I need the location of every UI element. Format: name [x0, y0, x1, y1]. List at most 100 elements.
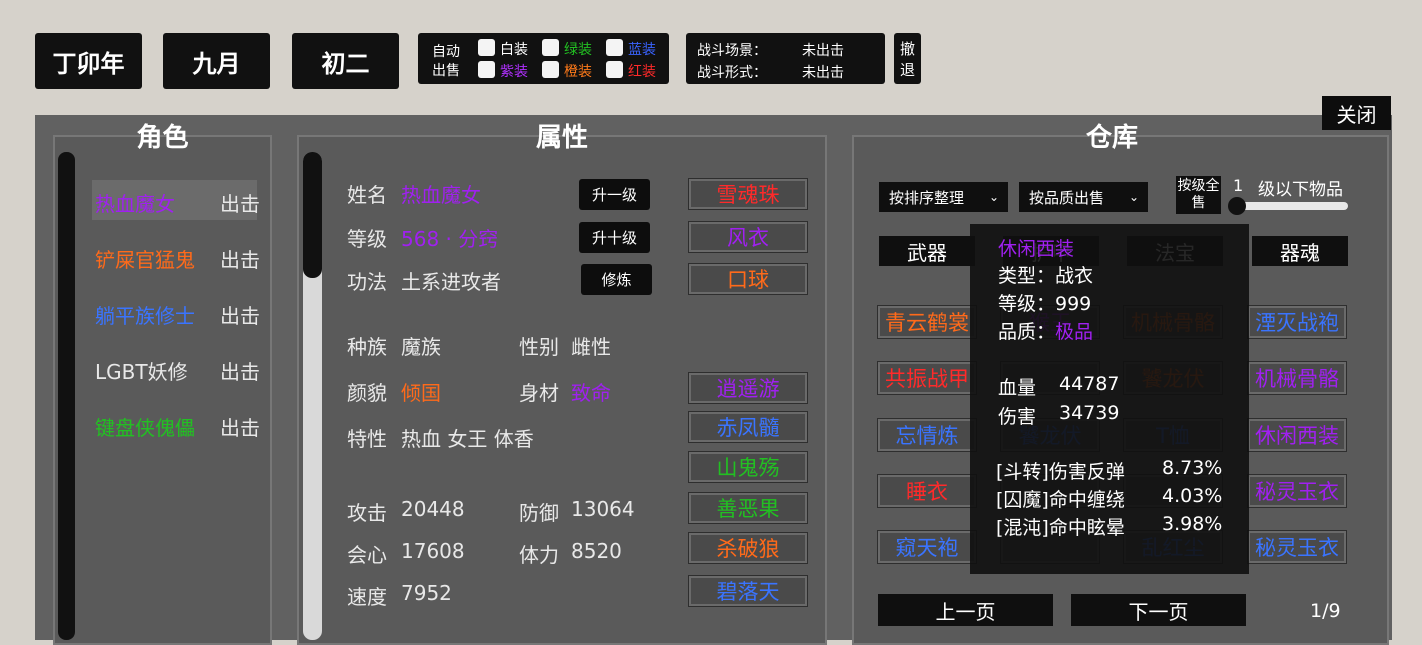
name-value: 热血魔女 — [401, 183, 481, 207]
year-display: 丁卯年 — [35, 33, 142, 89]
role-name[interactable]: 键盘侠傀儡 — [95, 412, 195, 441]
storage-item-slot[interactable]: 青云鹤裳 — [877, 305, 977, 339]
role-deploy-button[interactable]: 出击 — [220, 412, 260, 441]
retreat-label-2: 退 — [899, 61, 915, 79]
sort-dropdown[interactable]: 按排序整理 ⌄ — [879, 182, 1008, 212]
equipped-item-slot[interactable]: 碧落天 — [688, 575, 808, 607]
storage-tab[interactable]: 武器 — [879, 236, 975, 266]
tooltip-quality: 品质：极品 — [998, 317, 1093, 344]
tooltip-hp-value: 44787 — [1059, 373, 1120, 395]
day-display: 初二 — [292, 33, 399, 89]
attributes-scroll-thumb[interactable] — [303, 152, 322, 278]
chevron-down-icon: ⌄ — [1128, 190, 1139, 204]
body-value: 致命 — [571, 381, 611, 405]
storage-item-slot[interactable]: 忘情炼 — [877, 418, 977, 452]
tooltip-level: 等级：999 — [998, 293, 1092, 315]
battle-form-value: 未出击 — [802, 65, 844, 81]
storage-item-slot[interactable]: 共振战甲 — [877, 361, 977, 395]
tooltip-affix-value: 3.98% — [1162, 513, 1223, 535]
sell-option-checkbox[interactable] — [606, 39, 623, 56]
level-up-10-button[interactable]: 升十级 — [579, 222, 650, 253]
next-page-button[interactable]: 下一页 — [1071, 594, 1246, 626]
tooltip-affix-name: [混沌]命中眩晕 — [996, 517, 1125, 539]
sell-quality-dropdown[interactable]: 按品质出售 ⌄ — [1019, 182, 1148, 212]
item-tooltip: 休闲西装 类型：战衣 等级：999 品质：极品 血量 44787 伤害 3473… — [970, 224, 1249, 574]
role-name[interactable]: 铲屎官猛鬼 — [95, 244, 195, 273]
role-deploy-button[interactable]: 出击 — [220, 300, 260, 329]
role-deploy-button[interactable]: 出击 — [220, 244, 260, 273]
defense-value: 13064 — [571, 497, 635, 521]
sell-option-checkbox[interactable] — [478, 61, 495, 78]
level-label: 等级 — [347, 227, 387, 251]
retreat-label-1: 撤 — [899, 40, 915, 58]
battle-scene-value: 未出击 — [802, 43, 844, 59]
role-name[interactable]: 躺平族修士 — [95, 300, 195, 329]
looks-label: 颜貌 — [347, 381, 387, 405]
sell-option-checkbox[interactable] — [542, 39, 559, 56]
stamina-value: 8520 — [571, 539, 622, 563]
equipped-item-slot[interactable]: 山鬼殇 — [688, 451, 808, 483]
trait-label: 特性 — [347, 427, 387, 451]
name-label: 姓名 — [347, 183, 387, 207]
role-deploy-button[interactable]: 出击 — [220, 356, 260, 385]
battle-form-label: 战斗形式： — [697, 65, 767, 81]
battle-info-panel: 战斗场景： 未出击 战斗形式： 未出击 — [686, 33, 885, 84]
storage-item-slot[interactable]: 秘灵玉衣 — [1247, 530, 1347, 564]
speed-value: 7952 — [401, 581, 452, 605]
auto-sell-panel: 自动 出售 白装 绿装 蓝装 紫装 橙装 红装 — [418, 33, 669, 84]
attributes-title: 属性 — [535, 123, 588, 153]
equipped-item-slot[interactable]: 杀破狼 — [688, 532, 808, 564]
equipped-item-slot[interactable]: 逍遥游 — [688, 372, 808, 404]
sell-option-checkbox[interactable] — [606, 61, 623, 78]
equipped-item-slot[interactable]: 赤凤髓 — [688, 411, 808, 443]
tooltip-hp-label: 血量 — [998, 377, 1037, 399]
battle-scene-label: 战斗场景： — [697, 43, 767, 59]
storage-item-slot[interactable]: 秘灵玉衣 — [1247, 474, 1347, 508]
sort-dropdown-label: 按排序整理 — [889, 188, 965, 207]
tooltip-type: 类型：战衣 — [998, 265, 1094, 287]
tooltip-item-name: 休闲西装 — [998, 238, 1075, 260]
storage-title: 仓库 — [1085, 123, 1138, 153]
attack-label: 攻击 — [347, 501, 387, 525]
auto-sell-label-1: 自动 — [432, 44, 460, 60]
race-value: 魔族 — [401, 335, 441, 359]
equipped-item-slot[interactable]: 口球 — [688, 263, 808, 295]
prev-page-button[interactable]: 上一页 — [878, 594, 1053, 626]
crit-value: 17608 — [401, 539, 465, 563]
storage-item-slot[interactable]: 湮灭战袍 — [1247, 305, 1347, 339]
sell-option-label: 绿装 — [564, 42, 592, 58]
level-slider[interactable] — [1228, 197, 1348, 215]
tooltip-affix-value: 8.73% — [1162, 457, 1223, 479]
tooltip-quality-label: 品质： — [998, 321, 1056, 343]
level-up-1-button[interactable]: 升一级 — [579, 179, 650, 210]
tooltip-affix-value: 4.03% — [1162, 485, 1223, 507]
tooltip-affix-name: [囚魔]命中缠绕 — [996, 489, 1125, 511]
skill-value: 土系进攻者 — [401, 270, 501, 294]
month-display: 九月 — [163, 33, 270, 89]
sell-by-level-button[interactable]: 按级全售 — [1176, 176, 1221, 214]
train-button[interactable]: 修炼 — [581, 264, 652, 295]
level-threshold-value: 1 — [1233, 176, 1244, 195]
sell-option-label: 白装 — [500, 42, 528, 58]
equipped-item-slot[interactable]: 善恶果 — [688, 492, 808, 524]
sell-option-label: 红装 — [628, 64, 656, 80]
role-name[interactable]: LGBT妖修 — [95, 356, 188, 385]
role-name[interactable]: 热血魔女 — [95, 188, 175, 217]
sell-quality-label: 按品质出售 — [1029, 188, 1105, 207]
storage-item-slot[interactable]: 窥天袍 — [877, 530, 977, 564]
role-deploy-button[interactable]: 出击 — [220, 188, 260, 217]
equipped-item-slot[interactable]: 雪魂珠 — [688, 178, 808, 210]
equipped-item-slot[interactable]: 风衣 — [688, 221, 808, 253]
sell-option-checkbox[interactable] — [542, 61, 559, 78]
roles-scrollbar[interactable] — [58, 152, 75, 640]
attributes-scrollbar[interactable] — [303, 152, 322, 640]
level-slider-knob[interactable] — [1228, 197, 1246, 215]
storage-item-slot[interactable]: 睡衣 — [877, 474, 977, 508]
storage-item-slot[interactable]: 休闲西装 — [1247, 418, 1347, 452]
storage-tab[interactable]: 器魂 — [1252, 236, 1348, 266]
sell-option-label: 紫装 — [500, 64, 528, 80]
storage-item-slot[interactable]: 机械骨骼 — [1247, 361, 1347, 395]
sell-option-checkbox[interactable] — [478, 39, 495, 56]
tooltip-quality-value: 极品 — [1055, 321, 1094, 343]
retreat-button[interactable]: 撤 退 — [894, 33, 921, 84]
